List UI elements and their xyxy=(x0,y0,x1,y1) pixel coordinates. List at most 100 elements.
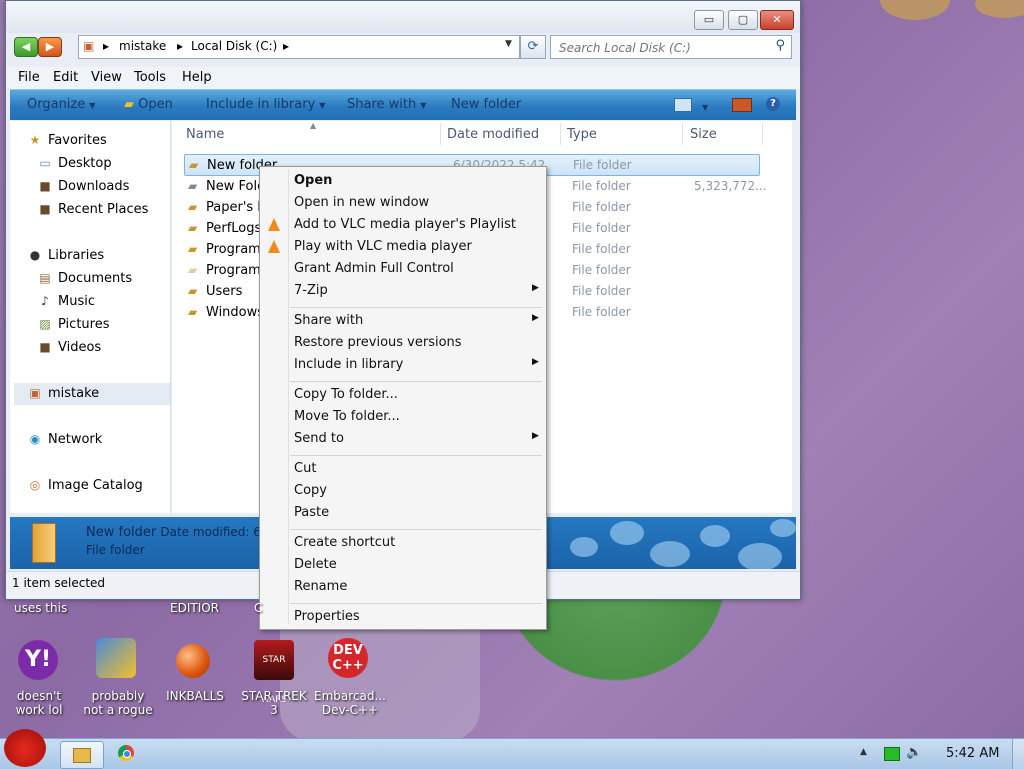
include-label: Include in library xyxy=(206,97,316,112)
volume-icon[interactable]: 🔈 xyxy=(906,745,922,760)
nav-desktop[interactable]: ▭ Desktop xyxy=(38,156,111,171)
breadcrumb-local-disk[interactable]: Local Disk (C:) xyxy=(191,39,277,53)
view-options-icon[interactable] xyxy=(674,98,692,112)
chrome-icon[interactable] xyxy=(118,745,134,761)
menu-item-vlc-playlist[interactable]: Add to VLC media player's Playlist xyxy=(294,217,516,232)
network-status-icon[interactable] xyxy=(884,747,900,761)
menu-label: 7-Zip xyxy=(294,283,328,298)
back-button[interactable]: ◀ xyxy=(14,37,38,57)
address-bar[interactable]: ▣ ▸ mistake ▸ Local Disk (C:) ▸ ▼ xyxy=(78,35,520,59)
column-date-modified[interactable]: Date modified xyxy=(447,127,539,142)
row-type: File folder xyxy=(573,158,632,172)
search-icon[interactable]: ⚲ xyxy=(775,38,785,53)
new-folder-button[interactable]: New folder xyxy=(451,97,521,112)
menu-item-paste[interactable]: Paste xyxy=(294,505,329,520)
organize-button[interactable]: Organize ▼ xyxy=(27,97,95,112)
clock[interactable]: 5:42 AM xyxy=(946,746,999,761)
folder-icon: ▰ xyxy=(188,305,198,319)
menu-file[interactable]: File xyxy=(18,70,40,85)
command-bar: Organize ▼ ▰ Open Include in library ▼ Sha… xyxy=(10,89,796,120)
desktop-icon-label[interactable]: probably not a rogue xyxy=(78,689,158,717)
include-in-library-button[interactable]: Include in library ▼ xyxy=(206,97,325,112)
menu-item-move-to-folder[interactable]: Move To folder... xyxy=(294,409,400,424)
details-name: New folder Date modified: 6/ xyxy=(86,525,265,540)
menu-item-include-library[interactable]: Include in library ▶ xyxy=(294,357,539,372)
column-type[interactable]: Type xyxy=(567,127,597,142)
column-size[interactable]: Size xyxy=(690,127,717,142)
menu-item-rename[interactable]: Rename xyxy=(294,579,347,594)
dev-cpp-icon[interactable]: DEV C++ xyxy=(328,638,368,678)
chevron-down-icon[interactable]: ▼ xyxy=(698,99,708,114)
nav-downloads[interactable]: ■ Downloads xyxy=(38,179,129,194)
minimize-button[interactable]: ▭ xyxy=(694,10,724,30)
menu-edit[interactable]: Edit xyxy=(53,70,78,85)
menu-item-send-to[interactable]: Send to ▶ xyxy=(294,431,539,446)
search-input[interactable] xyxy=(557,38,761,58)
nav-music[interactable]: ♪ Music xyxy=(38,294,95,309)
row-name: Paper's P xyxy=(206,200,266,215)
menu-item-share-with[interactable]: Share with ▶ xyxy=(294,313,539,328)
menu-item-open[interactable]: Open xyxy=(294,173,332,188)
column-divider[interactable] xyxy=(762,123,763,145)
nav-mistake[interactable]: ▣ mistake xyxy=(28,386,99,401)
menu-item-grant-admin[interactable]: Grant Admin Full Control xyxy=(294,261,454,276)
inkball-icon[interactable] xyxy=(176,644,210,678)
menu-item-vlc-play[interactable]: Play with VLC media player xyxy=(294,239,472,254)
nav-libraries[interactable]: ● Libraries xyxy=(28,248,104,263)
menu-item-delete[interactable]: Delete xyxy=(294,557,337,572)
details-file-name: New folder xyxy=(86,525,157,540)
desktop-icon-label[interactable]: STAR TREK 3 xyxy=(236,689,312,717)
desktop-icon-label[interactable]: INKBALLS xyxy=(160,689,230,703)
chevron-down-icon: ▼ xyxy=(319,101,326,110)
menu-separator xyxy=(290,381,542,382)
share-with-button[interactable]: Share with ▼ xyxy=(347,97,426,112)
refresh-button[interactable]: ⟳ xyxy=(520,35,546,59)
maximize-button[interactable]: ▢ xyxy=(728,10,758,30)
yahoo-messenger-icon[interactable]: Y! xyxy=(18,640,58,680)
title-bar[interactable]: ▭ ▢ ✕ xyxy=(6,1,800,33)
menu-tools[interactable]: Tools xyxy=(134,70,166,85)
open-button[interactable]: ▰ Open xyxy=(124,97,173,112)
close-button[interactable]: ✕ xyxy=(760,10,794,30)
menu-item-7zip[interactable]: 7-Zip ▶ xyxy=(294,283,539,298)
preview-pane-icon[interactable] xyxy=(732,98,752,112)
forward-button[interactable]: ▶ xyxy=(38,37,62,57)
menu-item-cut[interactable]: Cut xyxy=(294,461,316,476)
help-button[interactable]: ? xyxy=(766,97,780,111)
desktop-icon-label[interactable]: doesn't work lol xyxy=(8,689,70,717)
decoration xyxy=(610,521,644,545)
nav-documents[interactable]: ▤ Documents xyxy=(38,271,132,286)
menu-item-copy-to-folder[interactable]: Copy To folder... xyxy=(294,387,398,402)
gear-program-icon[interactable] xyxy=(96,638,136,678)
decoration xyxy=(570,537,598,557)
menu-item-create-shortcut[interactable]: Create shortcut xyxy=(294,535,395,550)
menu-item-properties[interactable]: Properties xyxy=(294,609,360,624)
column-divider[interactable] xyxy=(682,123,683,145)
search-box[interactable]: ⚲ xyxy=(550,35,792,59)
nav-pictures[interactable]: ▨ Pictures xyxy=(38,317,109,332)
start-button-angry-bird-icon[interactable] xyxy=(4,729,46,767)
column-name[interactable]: Name xyxy=(186,127,224,142)
star-icon: ★ xyxy=(29,133,41,147)
menu-item-restore-previous[interactable]: Restore previous versions xyxy=(294,335,462,350)
row-name: New Folo xyxy=(206,179,266,194)
breadcrumb-mistake[interactable]: mistake xyxy=(119,39,166,53)
taskbar-explorer-button[interactable] xyxy=(60,741,104,769)
navigation-pane: ★ Favorites ▭ Desktop ■ Downloads ■ Recent P… xyxy=(10,121,171,513)
menu-item-copy[interactable]: Copy xyxy=(294,483,327,498)
menu-view[interactable]: View xyxy=(91,70,122,85)
star-wars-game-icon[interactable]: STAR WARS xyxy=(254,640,294,705)
nav-videos[interactable]: ■ Videos xyxy=(38,340,101,355)
nav-recent-places[interactable]: ■ Recent Places xyxy=(38,202,148,217)
nav-image-catalog[interactable]: ◎ Image Catalog xyxy=(28,478,143,493)
menu-help[interactable]: Help xyxy=(182,70,212,85)
column-divider[interactable] xyxy=(560,123,561,145)
chevron-down-icon[interactable]: ▼ xyxy=(505,39,512,49)
menu-item-open-new-window[interactable]: Open in new window xyxy=(294,195,429,210)
show-desktop-button[interactable] xyxy=(1012,739,1024,769)
nav-favorites[interactable]: ★ Favorites xyxy=(28,133,107,148)
desktop-icon-label[interactable]: Embarcad... Dev-C++ xyxy=(312,689,388,717)
column-divider[interactable] xyxy=(440,123,441,145)
show-hidden-icons-icon[interactable]: ▲ xyxy=(860,747,867,757)
nav-network[interactable]: ◉ Network xyxy=(28,432,103,447)
